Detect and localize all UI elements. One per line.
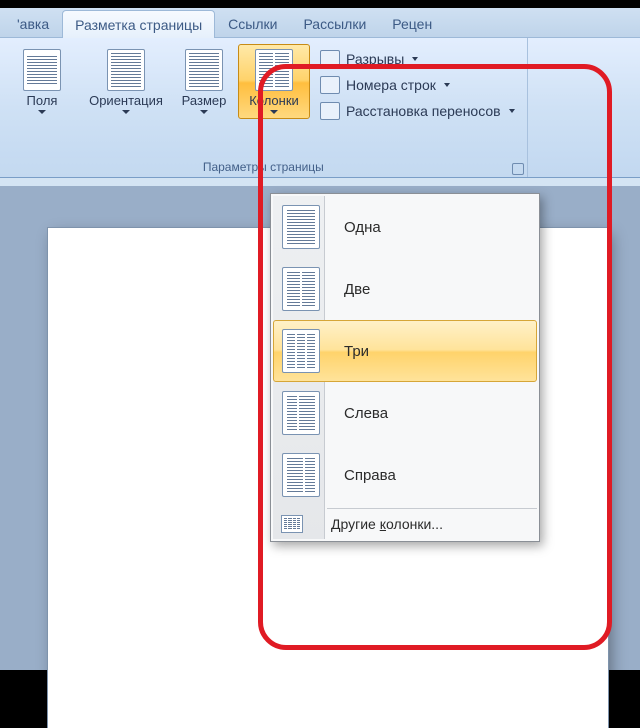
tab-page-layout[interactable]: Разметка страницы	[62, 10, 215, 38]
columns-option-left[interactable]: Слева	[273, 382, 537, 444]
columns-option-more[interactable]: Другие колонки...	[273, 509, 537, 539]
margins-button[interactable]: Поля	[6, 44, 78, 119]
tab-references[interactable]: Ссылки	[215, 9, 290, 37]
size-icon	[185, 49, 223, 91]
columns-icon	[255, 49, 293, 91]
columns-button[interactable]: Колонки	[238, 44, 310, 119]
hyphenation-button[interactable]: Расстановка переносов	[318, 100, 517, 122]
chevron-down-icon	[122, 110, 130, 114]
line-numbers-icon	[320, 76, 340, 94]
margins-icon	[23, 49, 61, 91]
chevron-down-icon	[509, 109, 515, 113]
two-columns-icon	[282, 267, 320, 311]
chevron-down-icon	[412, 57, 418, 61]
breaks-button[interactable]: Разрывы	[318, 48, 517, 70]
columns-option-right[interactable]: Справа	[273, 444, 537, 506]
orientation-button[interactable]: Ориентация	[82, 44, 170, 119]
tab-mailings[interactable]: Рассылки	[290, 9, 379, 37]
chevron-down-icon	[444, 83, 450, 87]
breaks-icon	[320, 50, 340, 68]
columns-option-three[interactable]: Три	[273, 320, 537, 382]
line-numbers-button[interactable]: Номера строк	[318, 74, 517, 96]
ribbon-tabs: 'авка Разметка страницы Ссылки Рассылки …	[0, 8, 640, 38]
dialog-launcher-icon[interactable]	[512, 163, 524, 175]
left-column-icon	[282, 391, 320, 435]
ribbon: Поля Ориентация Размер Колонки	[0, 38, 640, 178]
group-page-setup: Параметры страницы	[0, 158, 527, 177]
app-window: 'авка Разметка страницы Ссылки Рассылки …	[0, 8, 640, 670]
columns-option-two[interactable]: Две	[273, 258, 537, 320]
columns-option-one[interactable]: Одна	[273, 196, 537, 258]
size-button[interactable]: Размер	[174, 44, 234, 119]
orientation-icon	[107, 49, 145, 91]
columns-dropdown: Одна Две Три Слева Справа Другие колонки…	[270, 193, 540, 542]
more-columns-icon	[281, 515, 303, 533]
tab-insert[interactable]: 'авка	[4, 9, 62, 37]
one-column-icon	[282, 205, 320, 249]
right-column-icon	[282, 453, 320, 497]
hyphenation-icon	[320, 102, 340, 120]
chevron-down-icon	[270, 110, 278, 114]
chevron-down-icon	[200, 110, 208, 114]
three-columns-icon	[282, 329, 320, 373]
tab-review[interactable]: Рецен	[379, 9, 445, 37]
chevron-down-icon	[38, 110, 46, 114]
